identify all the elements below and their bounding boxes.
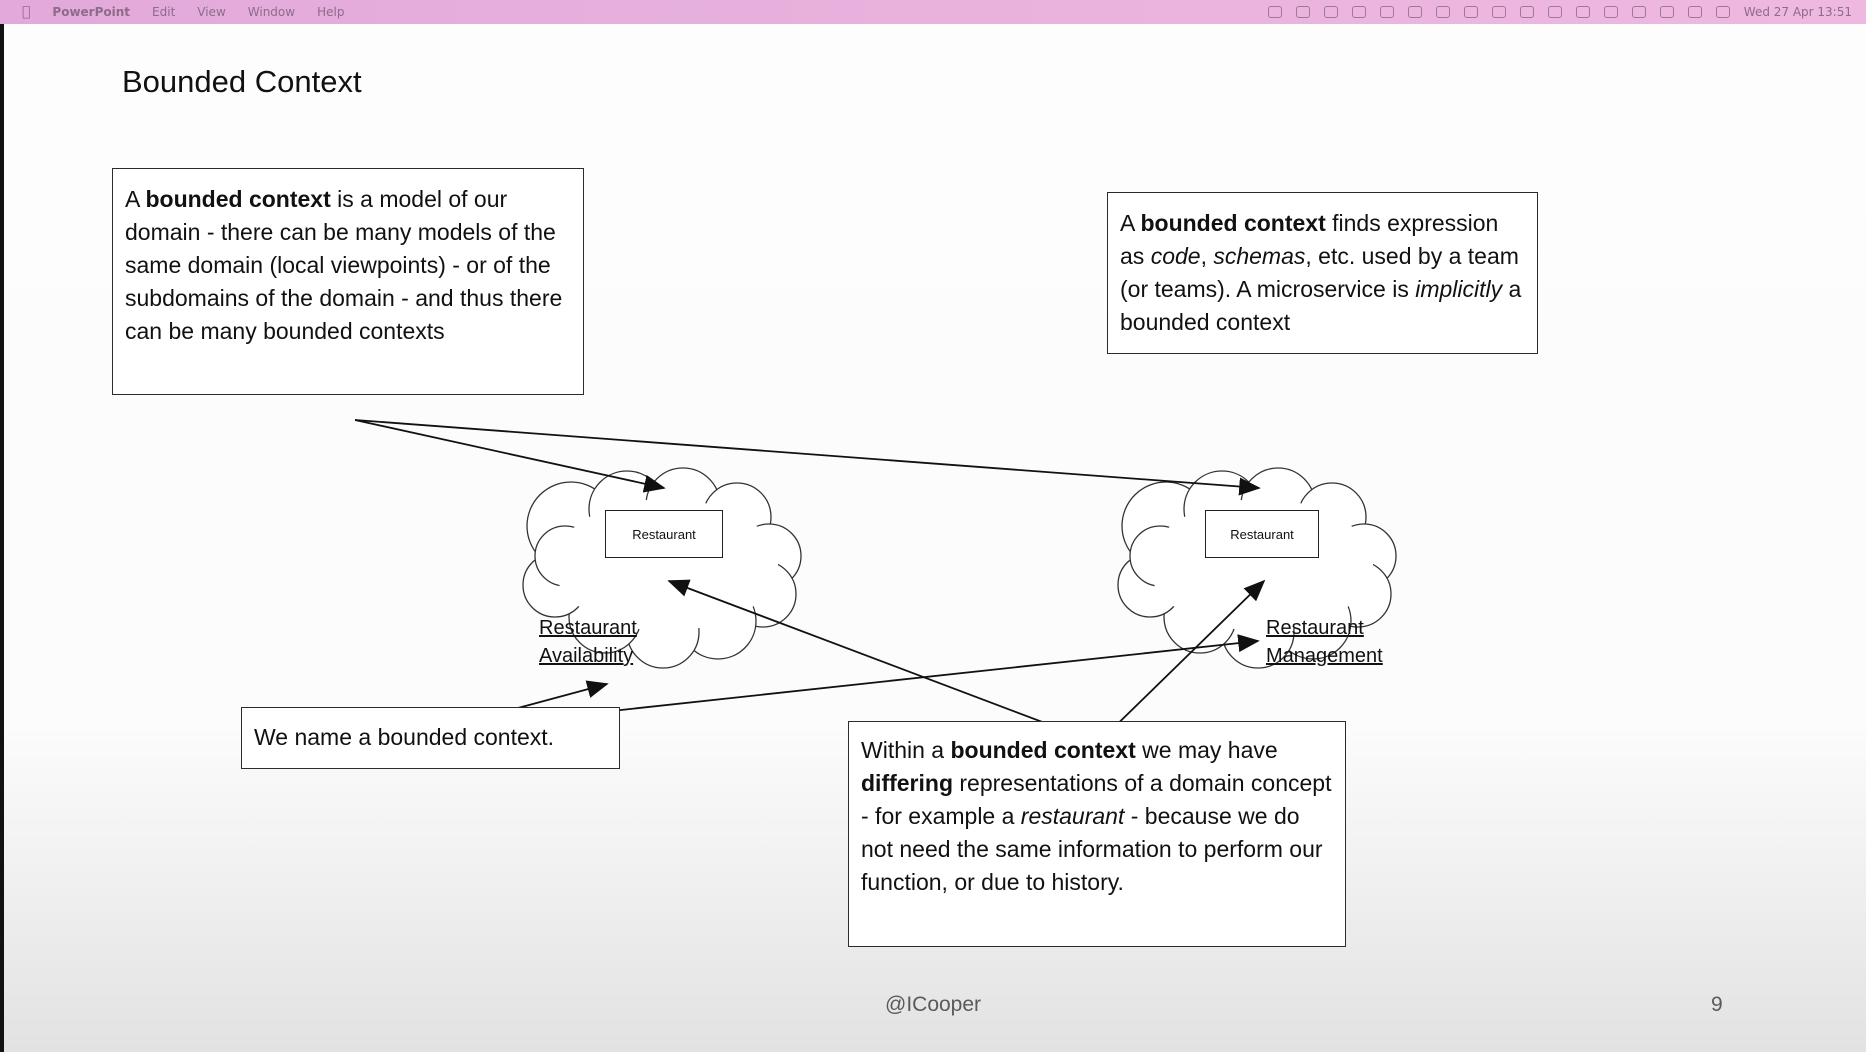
naming-box: We name a bounded context. bbox=[241, 707, 620, 769]
entity-restaurant-availability: Restaurant bbox=[605, 510, 723, 558]
entity-restaurant-management: Restaurant bbox=[1205, 510, 1319, 558]
context-label-line: Restaurant bbox=[1266, 617, 1364, 639]
context-label-line: Restaurant bbox=[539, 617, 637, 639]
bold-term: bounded context bbox=[950, 737, 1136, 763]
expression-box: A bounded context finds expression as co… bbox=[1107, 192, 1538, 354]
italic-term: schemas bbox=[1213, 243, 1306, 269]
arrow-box1-to-right-cloud bbox=[354, 419, 1261, 496]
italic-term: implicitly bbox=[1415, 276, 1503, 302]
definition-box: A bounded context is a model of our doma… bbox=[112, 168, 584, 395]
bold-term: bounded context bbox=[145, 186, 331, 212]
context-label-line: Availability bbox=[539, 645, 634, 667]
context-label-availability: Restaurant Availability bbox=[539, 614, 637, 670]
arrow-box1-to-left-cloud bbox=[354, 419, 666, 493]
page-number: 9 bbox=[1711, 993, 1723, 1016]
footer-handle: @ICooper bbox=[885, 993, 982, 1016]
text-run: , bbox=[1200, 243, 1214, 269]
text-run: we may have bbox=[1135, 737, 1278, 763]
italic-term: code bbox=[1150, 243, 1201, 269]
text-run: A bbox=[125, 186, 146, 212]
arrow-within-to-left-entity bbox=[667, 579, 1099, 744]
bold-term: differing bbox=[861, 770, 953, 796]
text-run: A bbox=[1120, 210, 1141, 236]
text-run: Within a bbox=[861, 737, 951, 763]
context-label-line: Management bbox=[1266, 645, 1383, 667]
representations-box: Within a bounded context we may have dif… bbox=[848, 721, 1346, 947]
context-label-management: Restaurant Management bbox=[1266, 614, 1383, 670]
bold-term: bounded context bbox=[1140, 210, 1326, 236]
italic-term: restaurant bbox=[1020, 803, 1125, 829]
